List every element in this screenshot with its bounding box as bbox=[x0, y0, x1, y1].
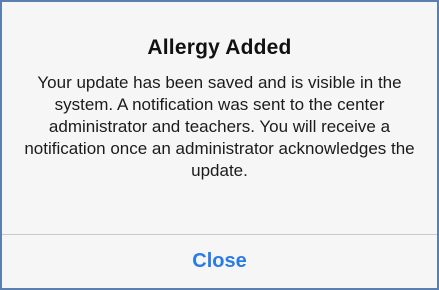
screenshot-frame: Allergy Added Your update has been saved… bbox=[0, 0, 439, 290]
alert-message: Your update has been saved and is visibl… bbox=[24, 73, 415, 180]
close-button[interactable]: Close bbox=[2, 235, 437, 288]
alert-title: Allergy Added bbox=[147, 36, 292, 59]
alert-dialog: Allergy Added Your update has been saved… bbox=[2, 2, 437, 288]
